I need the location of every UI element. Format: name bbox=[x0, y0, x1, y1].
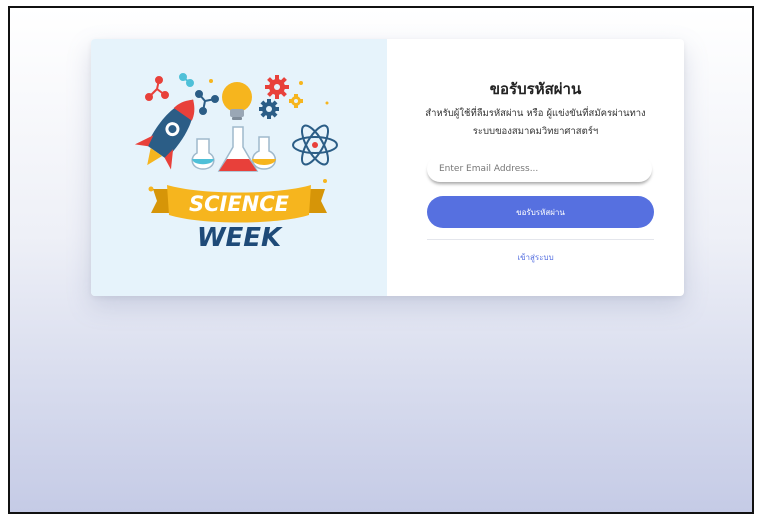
gear-icon bbox=[265, 75, 289, 99]
beaker-icon bbox=[191, 138, 215, 170]
science-wordmark: SCIENCE bbox=[189, 192, 290, 216]
week-wordmark: WEEK bbox=[197, 223, 283, 253]
page-description: สำหรับผู้ใช้ที่ลืมรหัสผ่าน หรือ ผู้แข่งข… bbox=[425, 108, 646, 137]
gear-icon bbox=[289, 94, 303, 108]
email-field[interactable] bbox=[427, 156, 652, 182]
reset-password-card: SCIENCE WEEK ขอรับรหัสผ่าน สำหรับผู้ใช้ท… bbox=[91, 39, 684, 296]
page-background: SCIENCE WEEK ขอรับรหัสผ่าน สำหรับผู้ใช้ท… bbox=[8, 6, 754, 514]
gear-icon bbox=[259, 99, 279, 119]
form-panel: ขอรับรหัสผ่าน สำหรับผู้ใช้ที่ลืมรหัสผ่าน… bbox=[387, 39, 684, 296]
divider bbox=[427, 239, 654, 240]
atom-icon bbox=[292, 124, 338, 166]
request-password-button[interactable]: ขอรับรหัสผ่าน bbox=[427, 196, 654, 228]
molecule-icon bbox=[179, 73, 194, 87]
page-title: ขอรับรหัสผ่าน bbox=[489, 80, 582, 98]
science-week-illustration: SCIENCE WEEK bbox=[134, 73, 338, 253]
molecule-icon bbox=[195, 90, 219, 115]
login-link[interactable]: เข้าสู่ระบบ bbox=[387, 251, 684, 264]
flask-icon bbox=[217, 126, 259, 172]
beaker-icon bbox=[252, 136, 276, 170]
lightbulb-icon bbox=[222, 82, 252, 120]
molecule-icon bbox=[145, 76, 169, 101]
illustration-panel: SCIENCE WEEK bbox=[91, 39, 387, 296]
